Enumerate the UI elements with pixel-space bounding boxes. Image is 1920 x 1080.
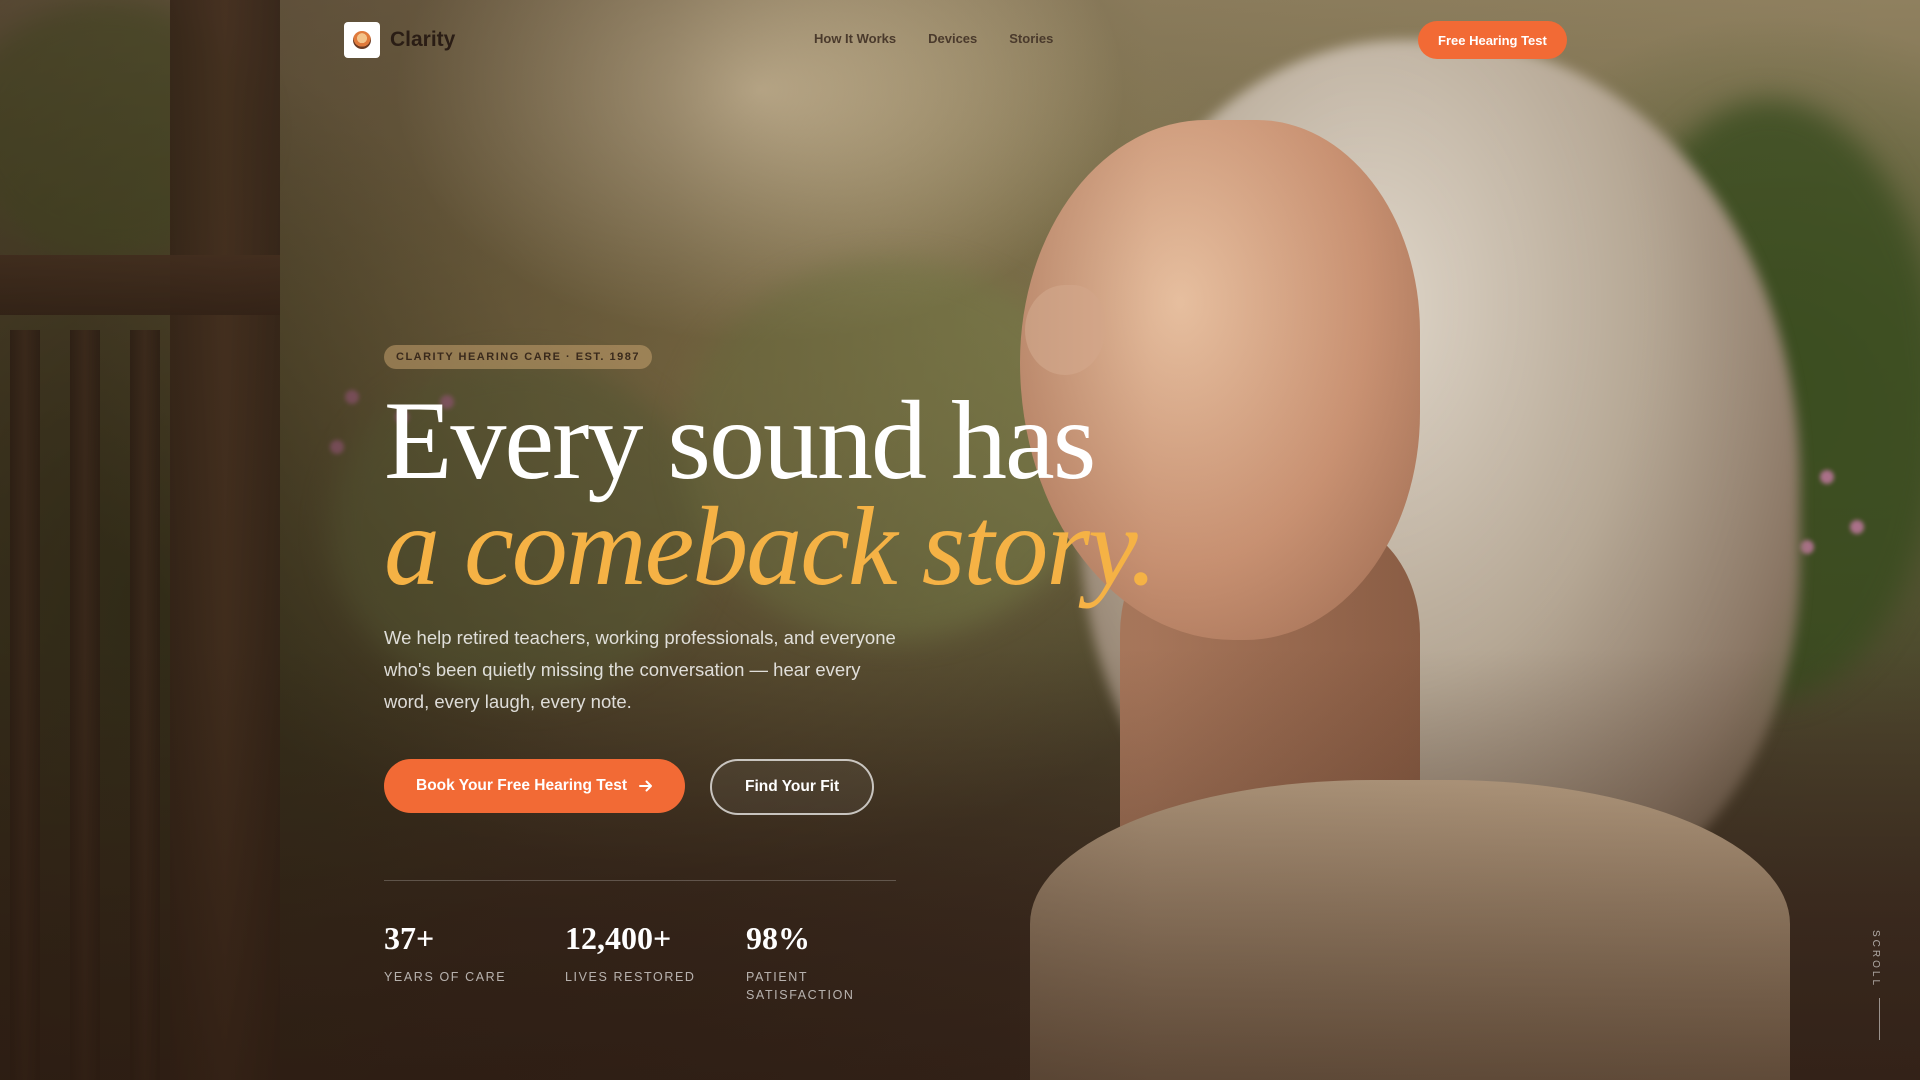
scroll-indicator[interactable]: SCROLL [1870, 930, 1890, 1041]
stat-years-of-care: 37+ YEARS OF CARE [384, 918, 565, 1004]
brand-logo[interactable]: Clarity [344, 22, 455, 58]
eyebrow-badge: CLARITY HEARING CARE · EST. 1987 [384, 345, 653, 369]
stats-row: 37+ YEARS OF CARE 12,400+ LIVES RESTORED… [384, 918, 927, 1004]
brand-name: Clarity [390, 28, 456, 51]
stat-value: 37+ [384, 920, 435, 956]
ear-logo-icon [344, 22, 380, 58]
stat-value: 12,400+ [565, 920, 672, 956]
nav-links: How It Works Devices Stories [814, 31, 1053, 46]
stats-divider [384, 880, 896, 881]
headline-line-1: Every sound has [384, 379, 1096, 503]
hero-headline: Every sound has a comeback story. [384, 379, 1158, 609]
headline-line-2: a comeback story. [384, 485, 1158, 609]
stat-lives-restored: 12,400+ LIVES RESTORED [565, 918, 746, 1004]
hero-subcopy: We help retired teachers, working profes… [384, 627, 896, 712]
stat-value: 98% [746, 920, 810, 956]
book-button-label: Book Your Free Hearing Test [416, 777, 628, 794]
scroll-label: SCROLL [1870, 930, 1881, 989]
nav-link-devices[interactable]: Devices [928, 31, 977, 46]
free-hearing-test-button[interactable]: Free Hearing Test [1418, 21, 1567, 59]
stat-label: YEARS OF CARE [384, 970, 507, 984]
book-free-hearing-test-button[interactable]: Book Your Free Hearing Test [384, 759, 686, 813]
nav-link-stories[interactable]: Stories [1009, 31, 1053, 46]
arrow-right-icon [639, 780, 653, 792]
stat-label: PATIENT SATISFACTION [746, 970, 855, 1002]
scroll-line [1879, 998, 1880, 1041]
top-navigation: Clarity How It Works Devices Stories Fre… [0, 0, 1920, 80]
stat-patient-satisfaction: 98% PATIENT SATISFACTION [746, 918, 927, 1004]
find-your-fit-button[interactable]: Find Your Fit [710, 759, 875, 815]
nav-link-how-it-works[interactable]: How It Works [814, 31, 896, 46]
stat-label: LIVES RESTORED [565, 970, 696, 984]
